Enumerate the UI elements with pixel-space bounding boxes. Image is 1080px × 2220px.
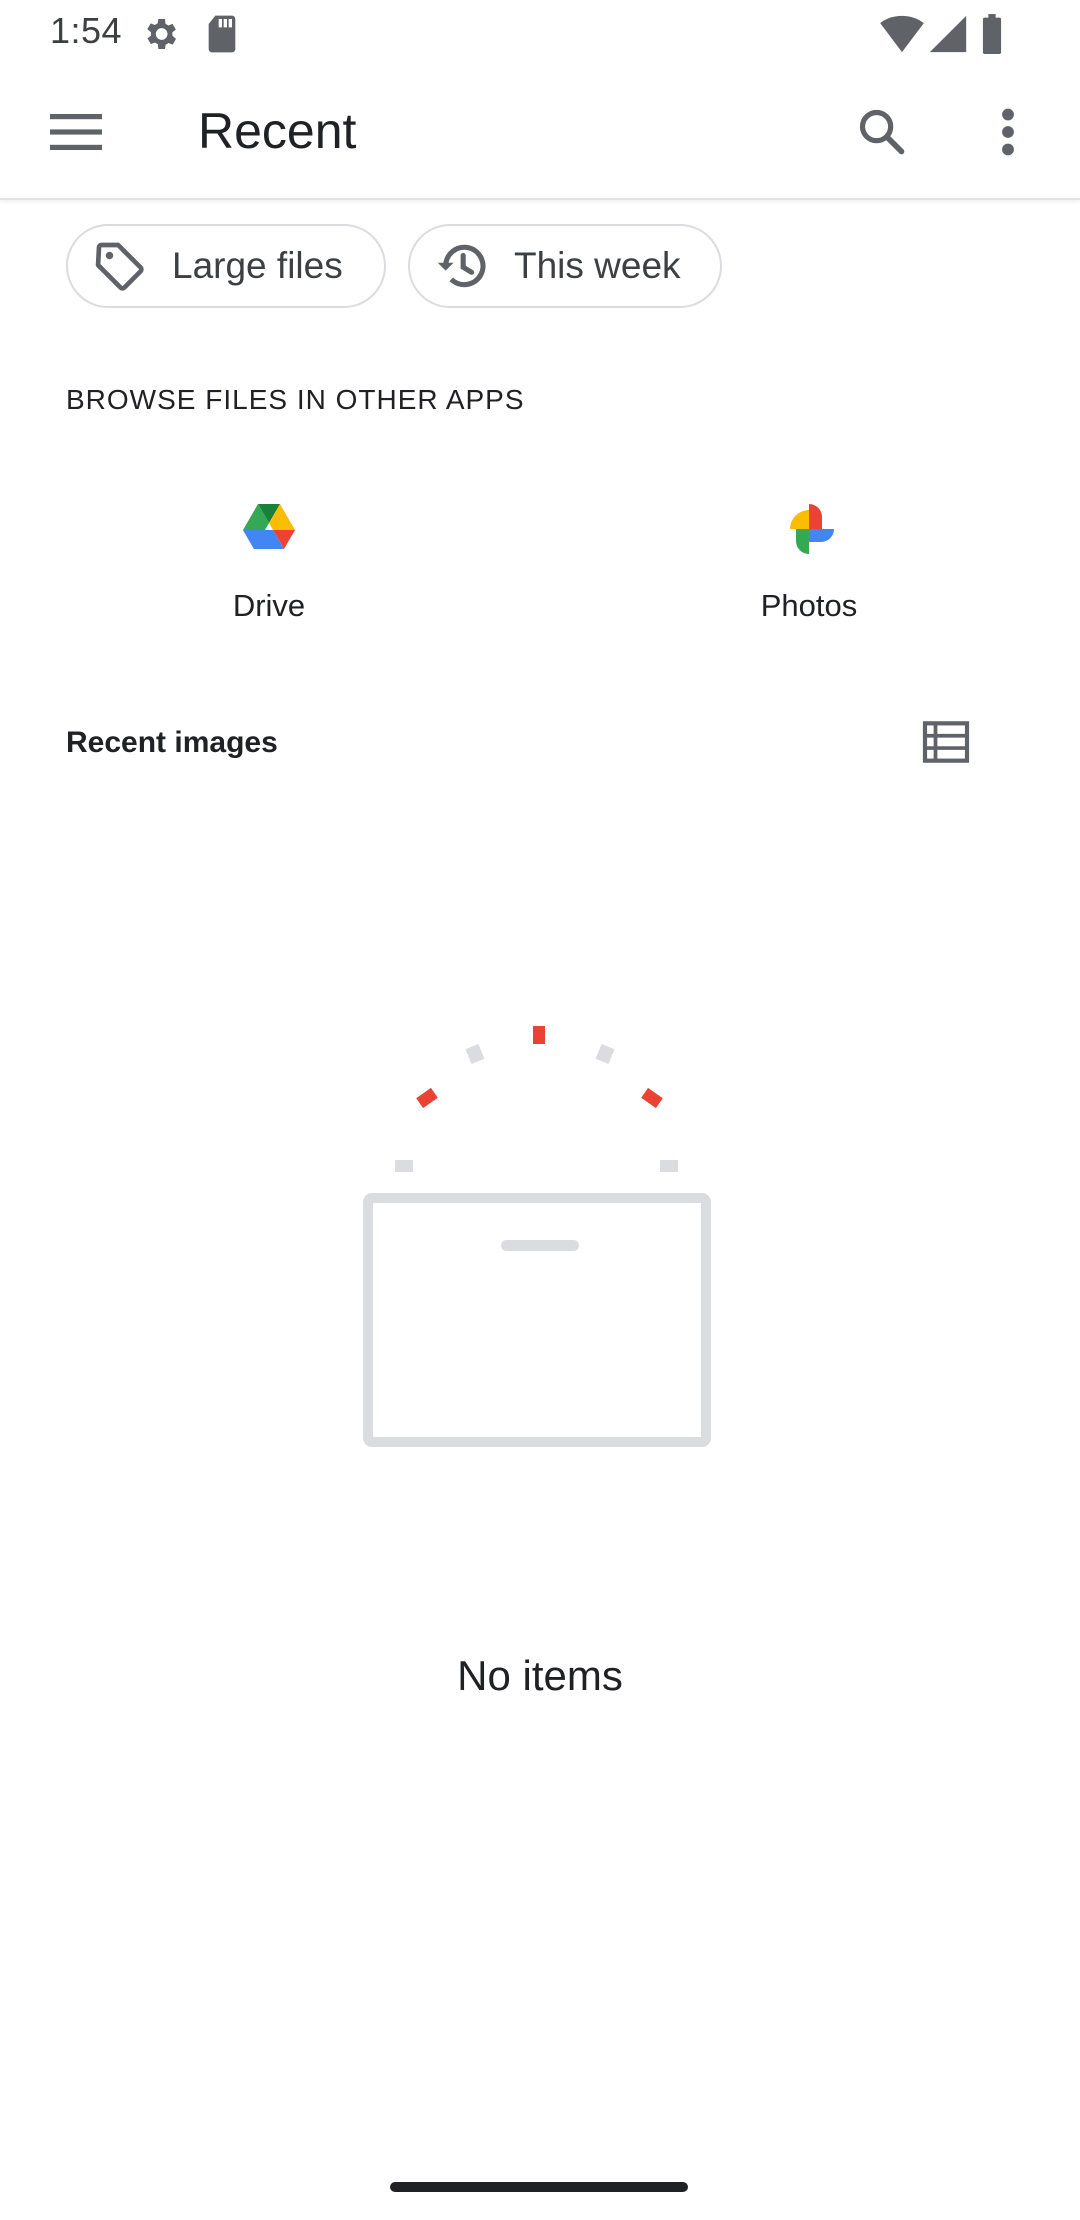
more-options-button[interactable] bbox=[972, 96, 1044, 168]
cell-signal-icon bbox=[928, 14, 968, 59]
empty-state-illustration bbox=[340, 1000, 740, 1460]
sd-card-status-icon bbox=[204, 14, 240, 59]
wifi-icon bbox=[880, 14, 924, 59]
page-title: Recent bbox=[198, 103, 357, 159]
tag-icon bbox=[92, 238, 148, 294]
history-icon bbox=[434, 238, 490, 294]
photos-app-label: Photos bbox=[760, 588, 858, 623]
more-vert-icon bbox=[1002, 108, 1014, 156]
search-icon bbox=[859, 109, 905, 155]
battery-icon bbox=[980, 14, 1004, 59]
this-week-chip[interactable]: This week bbox=[408, 224, 722, 308]
large-files-chip[interactable]: Large files bbox=[66, 224, 386, 308]
list-view-icon bbox=[922, 721, 970, 763]
browse-section-header: BROWSE FILES IN OTHER APPS bbox=[66, 384, 525, 415]
hamburger-menu-icon bbox=[50, 114, 102, 150]
drive-app-label: Drive bbox=[232, 588, 306, 623]
photos-app-tile[interactable]: Photos bbox=[709, 480, 909, 650]
google-drive-icon bbox=[234, 494, 304, 564]
drive-app-tile[interactable]: Drive bbox=[169, 480, 369, 650]
status-time: 1:54 bbox=[50, 10, 123, 51]
settings-gear-status-icon bbox=[140, 14, 180, 59]
this-week-chip-label: This week bbox=[514, 245, 681, 286]
status-bar: 1:54 bbox=[0, 0, 1080, 66]
empty-state-message: No items bbox=[457, 1652, 623, 1699]
large-files-chip-label: Large files bbox=[172, 245, 343, 286]
gesture-navigation-handle[interactable] bbox=[390, 2182, 688, 2192]
menu-button[interactable] bbox=[40, 100, 112, 164]
search-button[interactable] bbox=[846, 96, 918, 168]
google-photos-icon bbox=[774, 494, 844, 564]
list-view-toggle-button[interactable] bbox=[918, 714, 974, 770]
recent-images-header: Recent images bbox=[66, 726, 278, 759]
app-bar: Recent bbox=[0, 66, 1080, 200]
